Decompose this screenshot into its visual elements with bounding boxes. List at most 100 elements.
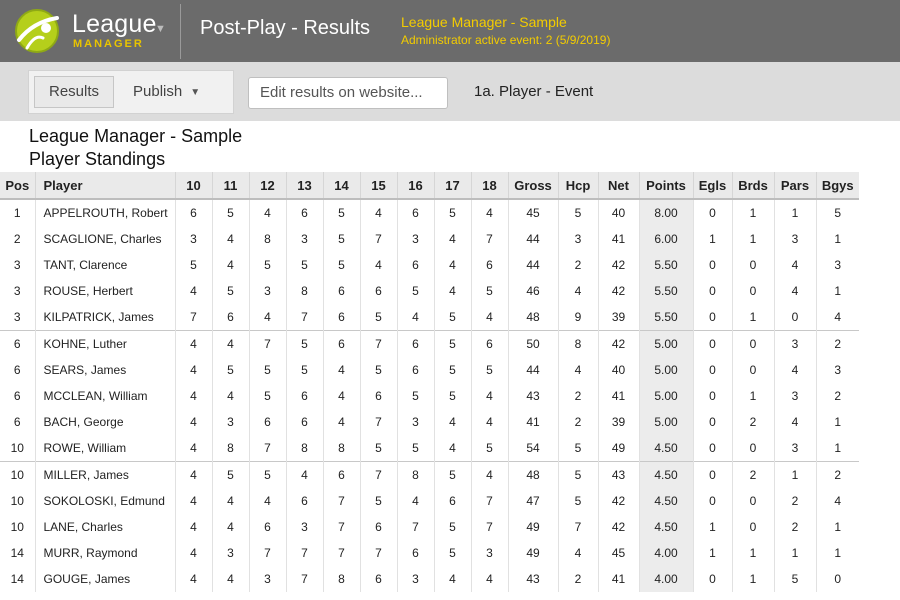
table-cell: 6 (248, 409, 286, 435)
table-cell: 0 (731, 514, 774, 540)
table-cell: SCAGLIONE, Charles (34, 226, 175, 252)
table-cell: 5 (470, 357, 508, 383)
table-cell: 7 (470, 514, 508, 540)
table-row[interactable]: 2 SCAGLIONE, Charles 3 4 8 3 5 7 3 4 7 44 3 41 6.00 1 1 3… (0, 226, 859, 252)
table-cell: 7 (248, 435, 286, 462)
table-row[interactable]: 10 ROWE, William 4 8 7 8 8 5 5 4 5 54 5 49 4.50 0 0 3 1 (0, 435, 859, 462)
table-row[interactable]: 6 MCCLEAN, William 4 4 5 6 4 6 5 5 4 43 2 41 5.00 0 1 3 2 (0, 383, 859, 409)
table-cell: 5 (359, 304, 397, 331)
table-cell: 3 (211, 540, 249, 566)
table-cell: 1 (815, 514, 859, 540)
table-cell: 6 (322, 461, 360, 488)
table-cell: 41 (597, 226, 639, 252)
table-cell: 6 (470, 330, 508, 357)
table-cell: 0 (731, 252, 774, 278)
table-cell: 4 (285, 461, 323, 488)
table-cell: 6 (211, 304, 249, 331)
column-header: 15 (359, 172, 397, 200)
table-cell: SOKOLOSKI, Edmund (34, 488, 175, 514)
table-cell: 5 (211, 278, 249, 304)
table-cell: 5.50 (638, 252, 693, 278)
table-cell: 1 (815, 435, 859, 462)
table-cell: 42 (597, 488, 639, 514)
table-cell: 0 (773, 304, 816, 331)
table-cell: 6 (0, 330, 35, 357)
table-row[interactable]: 6 BACH, George 4 3 6 6 4 7 3 4 4 41 2 39 5.00 0 2 4 1 (0, 409, 859, 435)
table-row[interactable]: 14 GOUGE, James 4 4 3 7 8 6 3 4 4 43 2 41 4.00 0 1 5 0 (0, 566, 859, 592)
table-cell: 2 (773, 488, 816, 514)
table-cell: 3 (285, 226, 323, 252)
table-cell: 4 (211, 226, 249, 252)
table-row[interactable]: 3 ROUSE, Herbert 4 5 3 8 6 6 5 4 5 46 4 42 5.50 0 0 4 1 (0, 278, 859, 304)
table-cell: TANT, Clarence (34, 252, 175, 278)
table-cell: 6 (359, 278, 397, 304)
table-cell: 7 (396, 514, 434, 540)
table-row[interactable]: 6 KOHNE, Luther 4 4 7 5 6 7 6 5 6 50 8 42 5.00 0 0 3 2 (0, 330, 859, 357)
table-cell: 42 (597, 330, 639, 357)
page-title: Post-Play - Results (200, 17, 371, 39)
table-cell: 4 (211, 514, 249, 540)
table-cell: 4 (470, 383, 508, 409)
table-cell: 5 (359, 357, 397, 383)
table-cell: 7 (359, 461, 397, 488)
table-row[interactable]: 10 SOKOLOSKI, Edmund 4 4 4 6 7 5 4 6 7 47 5 42 4.50 0 0 2… (0, 488, 859, 514)
table-row[interactable]: 10 LANE, Charles 4 4 6 3 7 6 7 5 7 49 7 42 4.50 1 0 2 1 (0, 514, 859, 540)
table-cell: 6 (396, 540, 434, 566)
table-cell: 4 (174, 488, 212, 514)
chevron-down-icon[interactable]: ▼ (155, 23, 166, 35)
table-row[interactable]: 14 MURR, Raymond 4 3 7 7 7 7 6 5 3 49 4 45 4.00 1 1 1 1 (0, 540, 859, 566)
table-cell: 8 (322, 566, 360, 592)
table-cell: 42 (597, 252, 639, 278)
table-cell: 1 (815, 540, 859, 566)
column-header: Gross (507, 172, 558, 200)
table-row[interactable]: 3 TANT, Clarence 5 4 5 5 5 4 6 4 6 44 2 42 5.50 0 0 4 3 (0, 252, 859, 278)
table-cell: 6 (285, 383, 323, 409)
table-cell: 1 (731, 383, 774, 409)
edit-results-button[interactable]: Edit results on website... (248, 77, 448, 109)
results-button[interactable]: Results (34, 76, 114, 108)
table-cell: 4 (815, 304, 859, 331)
table-cell: 5.50 (638, 278, 693, 304)
table-cell: 3 (248, 566, 286, 592)
column-header: Net (597, 172, 639, 200)
table-row[interactable]: 3 KILPATRICK, James 7 6 4 7 6 5 4 5 4 48 9 39 5.50 0 1 0 4 (0, 304, 859, 331)
column-header: Pos (0, 172, 35, 200)
table-cell: 6 (359, 514, 397, 540)
table-cell: 2 (557, 252, 598, 278)
table-row[interactable]: 6 SEARS, James 4 5 5 5 4 5 6 5 5 44 4 40 5.00 0 0 4 3 (0, 357, 859, 383)
table-cell: 7 (248, 330, 286, 357)
column-header: 13 (285, 172, 323, 200)
table-cell: 5 (815, 199, 859, 226)
table-cell: 5 (396, 383, 434, 409)
column-header: 11 (211, 172, 249, 200)
table-cell: 5 (359, 435, 397, 462)
table-cell: 3 (174, 226, 212, 252)
table-cell: 5 (557, 488, 598, 514)
table-cell: 54 (507, 435, 558, 462)
table-row[interactable]: 10 MILLER, James 4 5 5 4 6 7 8 5 4 48 5 43 4.50 0 2 1 2 (0, 461, 859, 488)
table-cell: 0 (692, 488, 732, 514)
table-row[interactable]: 1 APPELROUTH, Robert 6 5 4 6 5 4 6 5 4 45 5 40 8.00 0 1 1… (0, 199, 859, 226)
table-cell: 2 (557, 383, 598, 409)
table-cell: 5 (433, 199, 471, 226)
table-cell: 0 (692, 199, 732, 226)
table-cell: 2 (731, 409, 774, 435)
table-cell: 49 (597, 435, 639, 462)
table-cell: 5 (285, 330, 323, 357)
table-cell: 8 (396, 461, 434, 488)
table-cell: 5 (433, 514, 471, 540)
table-cell: 4 (211, 566, 249, 592)
table-cell: 40 (597, 199, 639, 226)
table-cell: 4.00 (638, 566, 693, 592)
table-cell: 6 (13, 363, 21, 377)
table-cell: 7 (322, 540, 360, 566)
table-cell: LANE, Charles (34, 514, 175, 540)
table-cell: 5 (248, 461, 286, 488)
table-cell: 1 (692, 514, 732, 540)
table-cell: 43 (507, 566, 558, 592)
publish-button[interactable]: Publish ▼ (133, 76, 200, 108)
table-cell: 8 (285, 435, 323, 462)
app-header: League MANAGER ▼ Post-Play - Results Lea… (0, 0, 900, 62)
table-cell: 4 (211, 383, 249, 409)
table-cell: SEARS, James (34, 357, 175, 383)
